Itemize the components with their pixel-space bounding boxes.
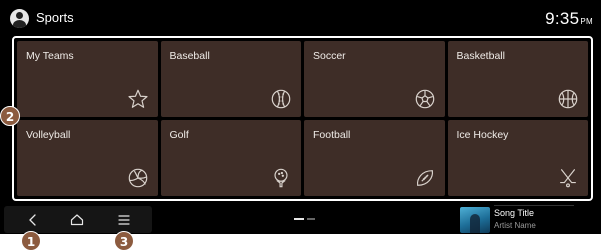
hockey-sticks-icon xyxy=(557,167,579,189)
page-dot-inactive xyxy=(307,218,315,220)
callout-menu: 3 xyxy=(114,231,134,251)
tile-label: Soccer xyxy=(313,50,346,62)
tile-volleyball[interactable]: Volleyball xyxy=(17,120,158,196)
tile-label: Golf xyxy=(169,129,189,141)
callout-back: 1 xyxy=(21,231,41,251)
star-icon xyxy=(127,88,149,110)
clock: 9:35PM xyxy=(545,9,593,29)
infotainment-screen: Sports 9:35PM My Teams Baseball Soccer B… xyxy=(0,0,601,234)
tile-football[interactable]: Football xyxy=(304,120,445,196)
tile-ice-hockey[interactable]: Ice Hockey xyxy=(447,120,588,196)
basketball-icon xyxy=(557,88,579,110)
artist-name: Artist Name xyxy=(494,221,536,230)
page-title: Sports xyxy=(36,10,74,25)
tile-my-teams[interactable]: My Teams xyxy=(17,41,158,117)
song-title: Song Title xyxy=(494,208,535,218)
volleyball-icon xyxy=(127,167,149,189)
page-dot-active xyxy=(294,218,304,220)
menu-icon[interactable] xyxy=(114,210,134,230)
tile-label: Basketball xyxy=(456,50,505,62)
playback-progress-bar xyxy=(494,205,574,206)
album-art xyxy=(460,207,490,233)
clock-time: 9:35 xyxy=(545,9,580,28)
callout-grid: 2 xyxy=(0,106,20,126)
tile-label: Baseball xyxy=(169,50,210,62)
top-bar: Sports 9:35PM xyxy=(0,0,601,36)
page-indicator xyxy=(294,218,315,236)
tile-label: My Teams xyxy=(26,50,74,62)
tile-basketball[interactable]: Basketball xyxy=(447,41,588,117)
golf-ball-on-tee-icon xyxy=(270,167,292,189)
soccer-ball-icon xyxy=(414,88,436,110)
tile-label: Volleyball xyxy=(26,129,71,141)
tile-label: Football xyxy=(313,129,351,141)
sports-category-grid: My Teams Baseball Soccer Basketball Voll… xyxy=(12,36,593,201)
nav-button-group xyxy=(4,206,152,233)
tile-golf[interactable]: Golf xyxy=(160,120,301,196)
home-icon[interactable] xyxy=(67,210,87,230)
clock-ampm: PM xyxy=(580,17,593,26)
bottom-bar: Song Title Artist Name xyxy=(0,205,601,234)
tile-label: Ice Hockey xyxy=(456,129,509,141)
now-playing-widget[interactable]: Song Title Artist Name xyxy=(458,205,578,234)
football-icon xyxy=(414,167,436,189)
back-arrow-icon[interactable] xyxy=(23,210,43,230)
baseball-icon xyxy=(270,88,292,110)
tile-baseball[interactable]: Baseball xyxy=(160,41,301,117)
tile-soccer[interactable]: Soccer xyxy=(304,41,445,117)
profile-avatar-icon[interactable] xyxy=(10,9,29,28)
